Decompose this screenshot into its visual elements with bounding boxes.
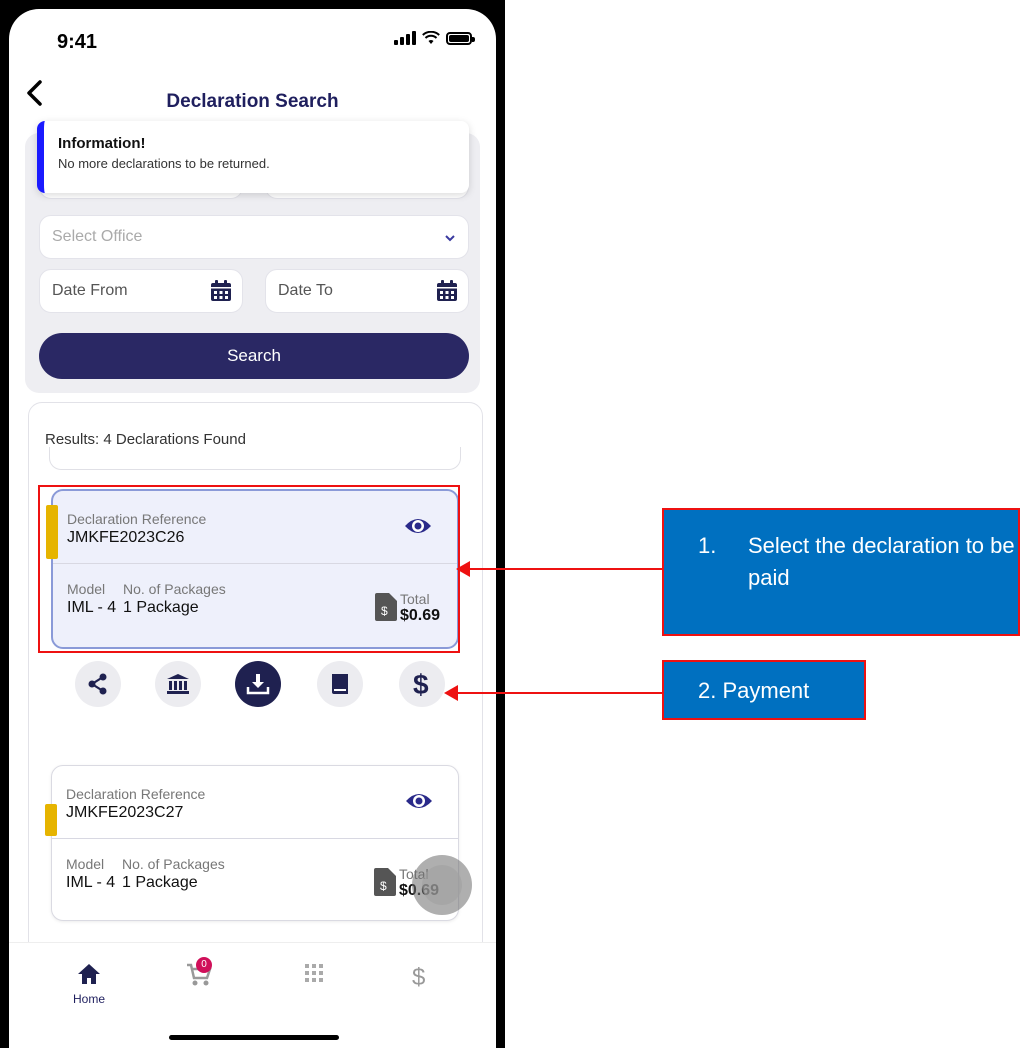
dollar-icon: $ (412, 964, 425, 991)
download-icon (246, 674, 270, 695)
dollar-icon: $ (413, 669, 429, 699)
share-icon (88, 673, 107, 695)
svg-text:$: $ (380, 879, 387, 893)
date-to-field[interactable]: Date To (265, 269, 469, 313)
selected-card-highlight (38, 485, 460, 653)
toast-message: No more declarations to be returned. (58, 156, 270, 171)
download-button[interactable] (235, 661, 281, 707)
home-indicator (169, 1035, 339, 1040)
step1-number: 1. (698, 533, 717, 558)
ref-label: Declaration Reference (66, 786, 206, 802)
previous-card-edge (49, 447, 461, 470)
tab-payments[interactable]: $ (389, 963, 449, 994)
packages-value: 1 Package (122, 874, 198, 891)
bank-button[interactable] (155, 661, 201, 707)
status-icons (394, 31, 475, 45)
tab-apps[interactable] (284, 963, 344, 988)
eye-icon[interactable] (404, 786, 434, 816)
svg-text:$: $ (413, 669, 429, 699)
toast-title: Information! (58, 135, 146, 152)
date-from-label: Date From (52, 282, 128, 299)
card-divider (52, 838, 458, 839)
calendar-icon (437, 280, 457, 301)
assistive-touch-button[interactable] (412, 855, 472, 915)
share-button[interactable] (75, 661, 121, 707)
tab-home[interactable]: Home (59, 963, 119, 1006)
chevron-down-icon (445, 235, 455, 242)
step2-text: 2. Payment (698, 678, 810, 703)
calendar-icon (211, 280, 231, 301)
signal-icon (394, 31, 416, 45)
battery-icon (446, 31, 475, 45)
nav-header: Declaration Search (9, 71, 496, 121)
payment-button[interactable]: $ (399, 661, 445, 707)
info-toast: Information! No more declarations to be … (37, 121, 469, 193)
model-value: IML - 4 (66, 874, 116, 891)
search-button[interactable]: Search (39, 333, 469, 379)
grid-icon (305, 964, 323, 982)
wifi-icon (422, 31, 440, 44)
svg-text:$: $ (412, 964, 425, 989)
status-bar: 9:41 (9, 9, 496, 65)
date-to-label: Date To (278, 282, 333, 299)
invoice-icon: $ (374, 868, 396, 896)
book-icon (332, 674, 348, 694)
bank-icon (167, 674, 189, 694)
model-label: Model (66, 856, 105, 872)
callout-step-1: 1. Select the declaration to be paid (662, 508, 1020, 636)
arrow-to-card (456, 561, 662, 577)
card-actions: $ (29, 661, 482, 711)
results-count: Results: 4 Declarations Found (45, 431, 246, 448)
date-from-field[interactable]: Date From (39, 269, 243, 313)
office-select[interactable]: Select Office (39, 215, 469, 259)
arrow-to-payment (444, 685, 662, 701)
step1-text: Select the declaration to be paid (748, 533, 1015, 590)
tab-home-label: Home (72, 992, 105, 1006)
ref-value: JMKFE2023C27 (66, 804, 184, 821)
office-placeholder: Select Office (52, 228, 143, 245)
packages-label: No. of Packages (122, 856, 225, 872)
home-icon (78, 964, 100, 984)
tab-bar: Home 0 $ (9, 942, 496, 1048)
page-title: Declaration Search (166, 91, 339, 112)
status-stripe (45, 804, 57, 836)
status-time: 9:41 (57, 31, 98, 53)
book-button[interactable] (317, 661, 363, 707)
callout-step-2: 2. Payment (662, 660, 866, 720)
declaration-card[interactable]: Declaration Reference JMKFE2023C27 Model… (45, 765, 459, 921)
tab-cart[interactable]: 0 (169, 957, 229, 992)
cart-badge: 0 (196, 957, 212, 973)
